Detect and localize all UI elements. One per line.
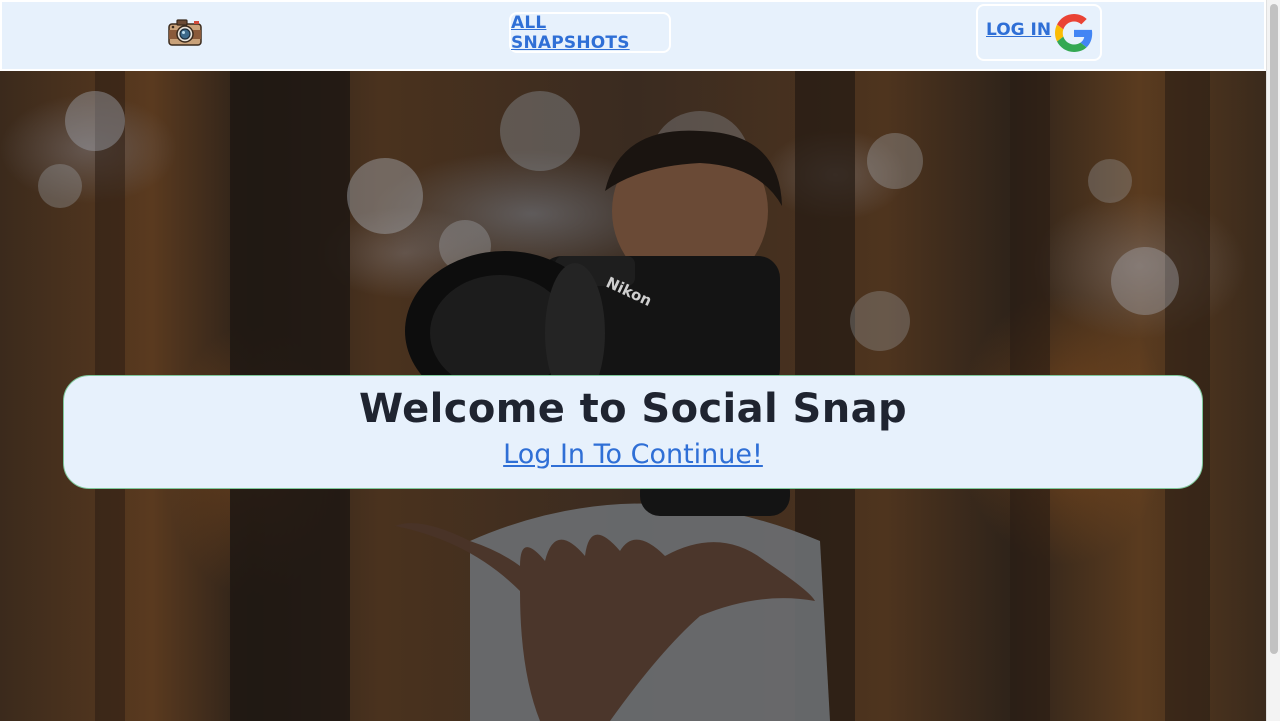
vertical-scrollbar[interactable] bbox=[1266, 0, 1280, 721]
login-to-continue-link[interactable]: Log In To Continue! bbox=[64, 439, 1202, 470]
welcome-title: Welcome to Social Snap bbox=[358, 386, 908, 432]
camera-icon[interactable] bbox=[167, 17, 203, 47]
login-google-button[interactable]: LOG IN bbox=[976, 4, 1102, 61]
scrollbar-thumb[interactable] bbox=[1270, 4, 1278, 654]
google-icon bbox=[1055, 13, 1093, 52]
all-snapshots-button[interactable]: ALL SNAPSHOTS bbox=[509, 12, 671, 53]
login-label: LOG IN bbox=[986, 19, 1052, 40]
all-snapshots-label: ALL SNAPSHOTS bbox=[511, 12, 630, 53]
top-navbar: ALL SNAPSHOTS LOG IN bbox=[0, 0, 1266, 71]
welcome-card: Welcome to Social Snap Log In To Continu… bbox=[63, 375, 1203, 489]
